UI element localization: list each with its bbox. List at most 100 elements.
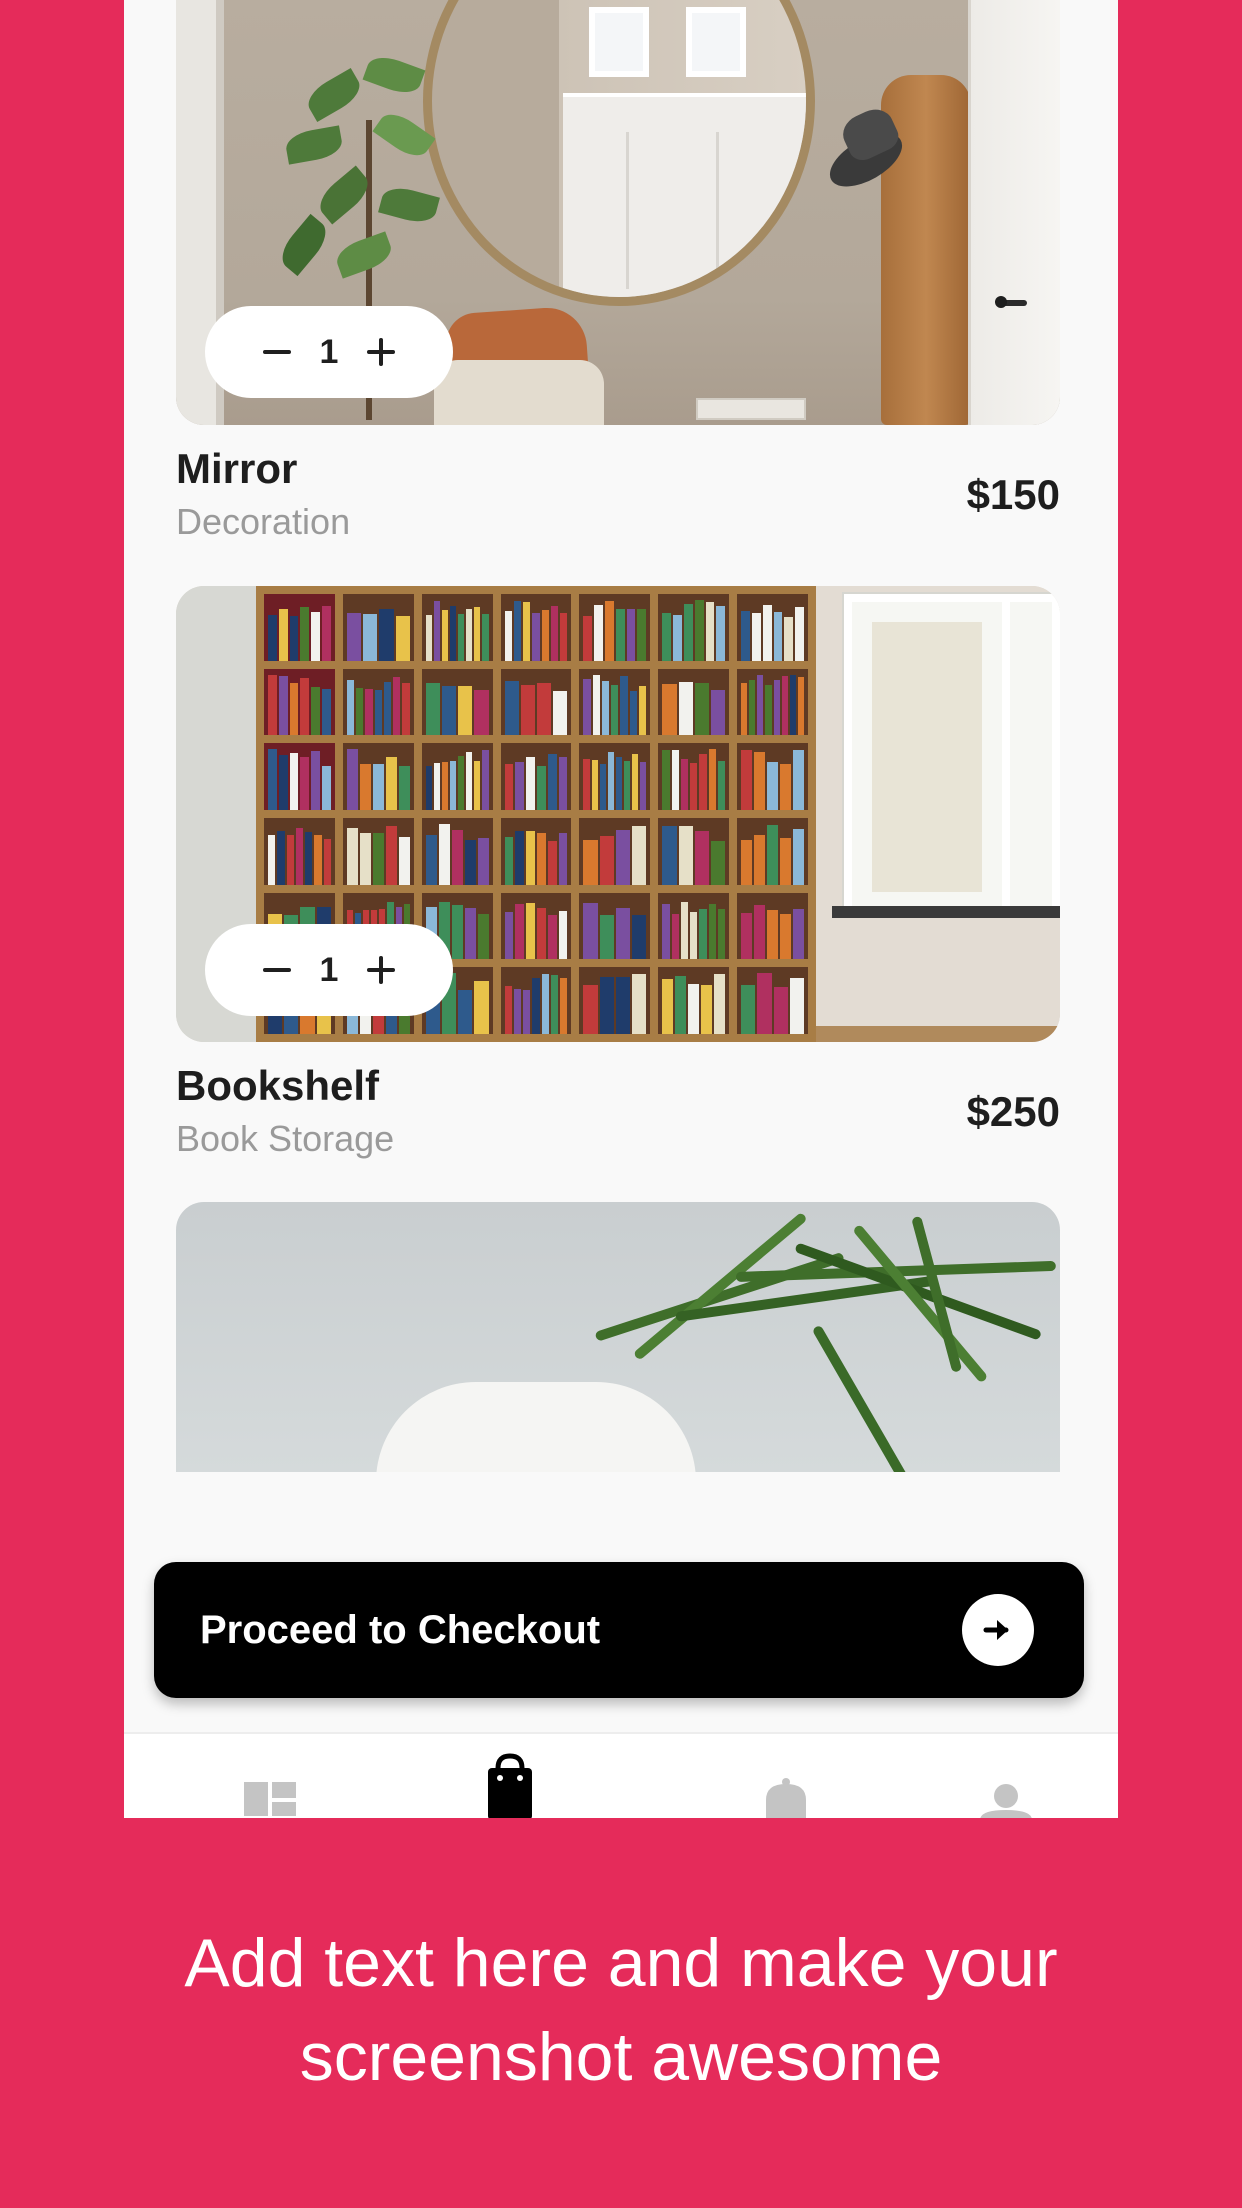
book bbox=[741, 683, 748, 736]
quantity-stepper: 1 bbox=[205, 306, 453, 398]
book bbox=[458, 990, 473, 1034]
book bbox=[513, 988, 522, 1034]
book bbox=[515, 831, 525, 885]
book bbox=[690, 911, 698, 960]
decrease-quantity-button[interactable] bbox=[257, 950, 297, 990]
book bbox=[741, 750, 753, 810]
book bbox=[583, 616, 593, 661]
nav-notifications[interactable] bbox=[746, 1734, 826, 1818]
book bbox=[773, 612, 783, 661]
book bbox=[537, 766, 546, 810]
book bbox=[346, 827, 358, 885]
book bbox=[583, 839, 598, 885]
book bbox=[425, 766, 432, 810]
book bbox=[560, 978, 568, 1034]
book bbox=[780, 764, 792, 810]
book bbox=[615, 907, 631, 960]
book bbox=[601, 680, 610, 736]
shelf-cell bbox=[658, 668, 730, 736]
proceed-to-checkout-button[interactable]: Proceed to Checkout bbox=[154, 1562, 1084, 1698]
book bbox=[268, 749, 277, 810]
shelf-cell bbox=[500, 967, 572, 1034]
shelf-cell bbox=[421, 594, 493, 661]
book bbox=[268, 614, 277, 661]
book bbox=[365, 688, 373, 736]
shelf-cell bbox=[658, 594, 730, 661]
book bbox=[662, 903, 670, 960]
shelf-cell bbox=[421, 668, 493, 736]
increase-quantity-button[interactable] bbox=[361, 950, 401, 990]
shelf-cell bbox=[737, 743, 808, 810]
book bbox=[701, 985, 713, 1034]
book bbox=[789, 978, 805, 1034]
book bbox=[504, 911, 514, 960]
book bbox=[789, 674, 796, 736]
book bbox=[680, 901, 689, 960]
book bbox=[450, 605, 457, 661]
shelf-cell bbox=[264, 668, 335, 736]
book bbox=[311, 751, 321, 810]
book bbox=[626, 609, 636, 661]
book bbox=[797, 677, 805, 736]
plant-product-image[interactable] bbox=[176, 1202, 1060, 1472]
book bbox=[541, 973, 549, 1034]
book bbox=[751, 613, 761, 661]
decrease-quantity-button[interactable] bbox=[257, 332, 297, 372]
book bbox=[632, 825, 647, 885]
shelf-cell bbox=[500, 892, 572, 960]
book bbox=[757, 674, 764, 736]
book bbox=[741, 985, 756, 1034]
bookshelf-product-image[interactable]: 1 bbox=[176, 586, 1060, 1042]
shelf-cell bbox=[579, 743, 651, 810]
book bbox=[477, 914, 489, 960]
book bbox=[532, 613, 540, 661]
book bbox=[699, 753, 707, 810]
book bbox=[683, 603, 693, 661]
nav-profile[interactable] bbox=[966, 1734, 1046, 1818]
book bbox=[278, 754, 288, 810]
book bbox=[710, 840, 726, 885]
book bbox=[425, 614, 432, 661]
mirror-product-image[interactable]: 1 bbox=[176, 0, 1060, 425]
nav-cart[interactable] bbox=[470, 1734, 550, 1818]
book bbox=[372, 833, 384, 885]
book bbox=[757, 973, 772, 1034]
shelf-cell bbox=[500, 668, 572, 736]
book bbox=[458, 614, 465, 661]
book bbox=[592, 675, 600, 736]
book bbox=[615, 756, 622, 810]
shelf-cell bbox=[421, 743, 493, 810]
book bbox=[671, 914, 679, 960]
book bbox=[398, 766, 410, 810]
shelf-cell bbox=[579, 594, 651, 661]
book bbox=[425, 835, 437, 885]
book bbox=[477, 838, 489, 885]
book bbox=[504, 680, 519, 736]
book bbox=[754, 905, 766, 960]
book bbox=[717, 908, 726, 960]
book bbox=[694, 831, 709, 885]
book bbox=[379, 608, 394, 661]
increase-quantity-button[interactable] bbox=[361, 332, 401, 372]
book bbox=[289, 615, 299, 661]
book bbox=[708, 749, 716, 810]
shelf-cell bbox=[264, 743, 335, 810]
book bbox=[583, 759, 590, 810]
book bbox=[300, 757, 310, 810]
shelf-cell bbox=[737, 892, 808, 960]
book bbox=[662, 683, 677, 736]
book bbox=[278, 609, 288, 661]
book bbox=[615, 609, 625, 661]
book bbox=[749, 680, 756, 736]
shelf-cell bbox=[264, 817, 335, 885]
book bbox=[526, 830, 535, 885]
book bbox=[594, 604, 604, 661]
book bbox=[520, 684, 535, 736]
book bbox=[583, 902, 598, 960]
book bbox=[425, 683, 440, 736]
book bbox=[784, 616, 794, 661]
book bbox=[464, 840, 476, 885]
nav-dashboard[interactable] bbox=[230, 1734, 310, 1818]
item-info: Mirror Decoration $150 bbox=[176, 425, 1060, 545]
book bbox=[632, 915, 647, 960]
